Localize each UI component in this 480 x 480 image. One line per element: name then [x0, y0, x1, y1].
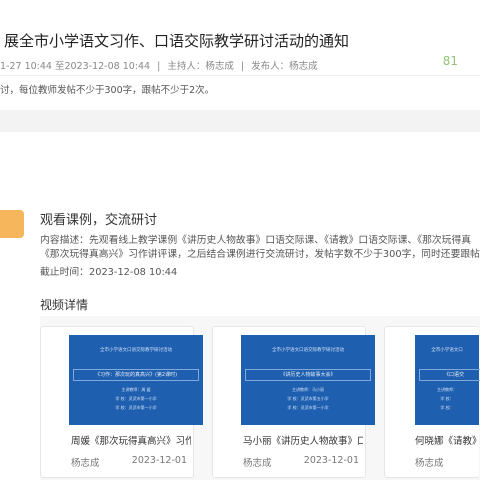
thumb-school: 学 校：灵武市第五小学 [287, 396, 329, 401]
video-thumbnail[interactable]: 全市小学语文口语交际教学研讨活动 《讲历史人物故事大会》 主讲教师：马小丽 学 … [241, 335, 375, 425]
video-title[interactable]: 马小丽《讲历史人物故事》口语... [243, 433, 363, 447]
video-date: 2023-12-01 [131, 455, 187, 466]
video-title[interactable]: 何晓娜《请教》听 [415, 433, 479, 447]
activity-marker-icon [0, 210, 24, 238]
deadline: 截止时间：2023-12-08 10:44 [40, 267, 178, 278]
grey-band [0, 110, 480, 132]
thumb-school: 学 校：灵武市第一小学 [115, 396, 157, 401]
publisher-label: 发布人：杨志成 [251, 61, 318, 72]
thumb-topic: 《口语交 [419, 369, 480, 381]
activity-title: 观看课例，交流研讨 [40, 213, 158, 228]
video-author: 杨志成 [71, 458, 100, 469]
thumb-teacher: 主讲教师：周 媛 [121, 387, 151, 392]
separator: | [240, 61, 245, 72]
thumb-teacher: 主讲教师： [437, 387, 457, 392]
thumb-header: 全市小学语文口语交际教学研讨活动 [100, 348, 172, 353]
video-author: 杨志成 [243, 458, 272, 469]
notice-title: 展全市小学语文习作、口语交际教学研讨活动的通知 [4, 32, 350, 50]
notice-meta: 1-27 10:44 至2023-12-08 10:44 | 主持人：杨志成 |… [0, 58, 322, 72]
notice-header: 展全市小学语文习作、口语交际教学研讨活动的通知 1-27 10:44 至2023… [0, 0, 480, 110]
thumb-topic: 《讲历史人物故事大会》 [245, 369, 371, 381]
video-thumbnail[interactable]: 全市小学语文口语交际教学研讨活动 《习作：那次玩的真高兴》(第2课时) 主讲教师… [69, 335, 203, 425]
content-line: 《那次玩得真高兴》习作讲评课，之后结合课例进行交流研讨，发帖字数不少于300字，… [40, 249, 480, 260]
video-author: 杨志成 [415, 458, 444, 469]
view-count: 81 [442, 54, 458, 68]
separator: | [157, 61, 161, 72]
thumb-school: 学 校：灵武市第一小学 [287, 405, 329, 410]
thumb-header: 全市小学语文口语交际教学研讨活动 [272, 348, 344, 353]
video-date: 2023-12-01 [303, 455, 359, 466]
thumb-school: 学 校： [440, 405, 454, 410]
video-section-title: 视频详情 [40, 298, 89, 312]
activity-content: 内容描述：先观看线上教学课例《讲历史人物故事》口语交际课、《请教》口语交际课、《… [40, 234, 480, 262]
video-title[interactable]: 周媛《那次玩得真高兴》习作课... [71, 433, 191, 447]
notice-description: 讨，每位教师发帖不少于300字，跟帖不少于2次。 [0, 85, 215, 96]
host-label: 主持人：杨志成 [167, 61, 234, 72]
video-card[interactable]: 全市小学语文口语交际教学研讨活动 《讲历史人物故事大会》 主讲教师：马小丽 学 … [212, 326, 375, 478]
thumb-school: 学 校： [440, 396, 454, 401]
video-thumbnail[interactable]: 全市小学语文口 《口语交 主讲教师： 学 校： 学 校： [415, 335, 480, 425]
divider [0, 75, 480, 76]
thumb-header: 全市小学语文口 [431, 348, 463, 353]
content-line: 内容描述：先观看线上教学课例《讲历史人物故事》口语交际课、《请教》口语交际课、《… [40, 235, 472, 246]
thumb-teacher: 主讲教师：马小丽 [292, 387, 324, 392]
video-card[interactable]: 全市小学语文口 《口语交 主讲教师： 学 校： 学 校： 何晓娜《请教》听 杨志… [384, 326, 480, 478]
thumb-topic: 《习作：那次玩的真高兴》(第2课时) [73, 369, 199, 381]
time-range: 1-27 10:44 至2023-12-08 10:44 [0, 61, 151, 72]
video-card[interactable]: 全市小学语文口语交际教学研讨活动 《习作：那次玩的真高兴》(第2课时) 主讲教师… [40, 326, 203, 478]
thumb-school: 学 校：灵武市第一小学 [115, 405, 157, 410]
